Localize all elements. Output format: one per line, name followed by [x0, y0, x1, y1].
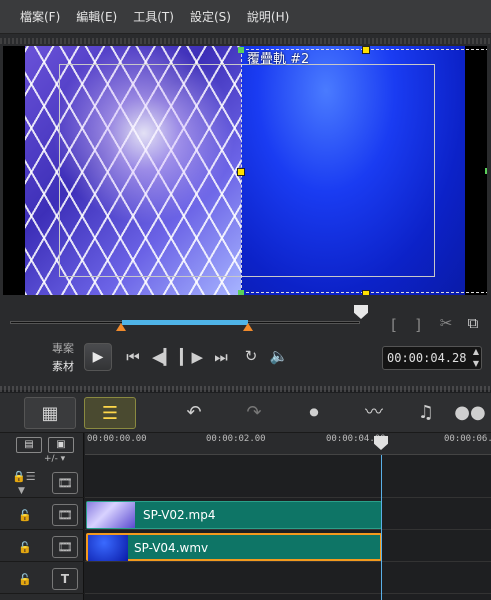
title-track-header: 🔓 T [0, 564, 84, 594]
title-track-icon[interactable]: T [52, 568, 78, 590]
trim-out-marker[interactable] [243, 323, 253, 331]
video-track-icon[interactable]: 🎞 [52, 472, 78, 494]
zoom-control-icon[interactable]: +/- ▾ [44, 454, 65, 464]
menu-tools[interactable]: 工具(T) [125, 0, 182, 34]
mode-clip[interactable]: 素材 [38, 358, 74, 376]
add-chapter-icon[interactable]: ▣ [48, 437, 74, 453]
sound-mixer-button[interactable]: 〰 [348, 397, 400, 429]
clip-thumbnail [88, 535, 128, 561]
record-capture-icon: ⏺ [309, 402, 319, 423]
timecode-display[interactable]: 00:00:04.28 [382, 346, 482, 370]
ruler-tick-label: 00:00:00.00 [87, 434, 147, 444]
timeline-view-button[interactable]: ☰ [84, 397, 136, 429]
go-to-end-icon[interactable]: ⏭ [210, 348, 232, 366]
next-frame-icon[interactable]: ▎▶ [180, 348, 203, 366]
timeline-view-icon: ☰ [101, 403, 119, 424]
timecode-spinner[interactable]: ▲ ▼ [470, 346, 482, 370]
clip-name: SP-V04.wmv [134, 541, 209, 555]
track-manager-icon[interactable]: ▤ [16, 437, 42, 453]
resize-handle-bottom[interactable] [362, 290, 370, 295]
panel-grip[interactable] [0, 38, 491, 44]
record-capture-button[interactable]: ⏺ [288, 397, 340, 429]
corner-handle-bl[interactable] [238, 290, 244, 295]
clip-thumbnail [87, 502, 135, 528]
spin-down-icon[interactable]: ▼ [470, 358, 482, 370]
split-icon[interactable]: ✂ [436, 314, 456, 332]
lock-icon[interactable]: 🔓 [18, 573, 32, 586]
trim-in-marker[interactable] [116, 323, 126, 331]
corner-handle-tl[interactable] [238, 47, 244, 53]
ruler-tick-label: 00:00:06.0 [444, 434, 491, 444]
previous-frame-icon[interactable]: ◀▎ [152, 348, 175, 366]
menu-file[interactable]: 檔案(F) [12, 0, 68, 34]
overlay-selection-box[interactable] [241, 49, 487, 293]
storyboard-view-button[interactable]: ▦ [24, 397, 76, 429]
mode-switch[interactable]: 專案 素材 [38, 340, 74, 376]
lock-icon[interactable]: 🔓 [18, 541, 32, 554]
undo-icon: ↶ [186, 402, 202, 423]
preview-window[interactable]: 覆疊軌 #2 [3, 46, 487, 295]
overlay-clip-1[interactable]: SP-V02.mp4 [86, 501, 382, 529]
playhead-line [381, 455, 382, 600]
redo-button[interactable]: ↷ [228, 397, 280, 429]
overlay-track-icon[interactable]: 🎞 [52, 536, 78, 558]
title-track[interactable] [85, 564, 491, 594]
auto-music-button[interactable]: ♫ [400, 397, 452, 429]
menu-help[interactable]: 說明(H) [239, 0, 297, 34]
lock-icon[interactable]: 🔓 [18, 509, 32, 522]
mode-project[interactable]: 專案 [38, 340, 74, 358]
panel-grip[interactable] [0, 386, 491, 392]
overlay-track-icon[interactable]: 🎞 [52, 504, 78, 526]
overlay-clip-2[interactable]: SP-V04.wmv [86, 533, 382, 561]
menu-edit[interactable]: 編輯(E) [68, 0, 125, 34]
spin-up-icon[interactable]: ▲ [470, 346, 482, 358]
storyboard-view-icon: ▦ [41, 403, 59, 424]
video-track[interactable] [85, 468, 491, 498]
resize-handle-top[interactable] [362, 46, 370, 54]
sound-mixer-icon: 〰 [365, 402, 383, 423]
trim-range [122, 320, 248, 325]
menu-settings[interactable]: 設定(S) [182, 0, 239, 34]
play-button[interactable]: ▶ [84, 343, 112, 371]
mark-in-icon[interactable]: [ [384, 316, 404, 334]
go-to-start-icon[interactable]: ⏮ [122, 348, 144, 366]
video-track-header: 🎞 [0, 468, 84, 498]
resize-handle-left[interactable] [237, 168, 245, 176]
overlay-track-1-header: 🔓 🎞 [0, 500, 84, 530]
overlay-track-label: 覆疊軌 #2 [247, 52, 310, 67]
auto-music-icon: ♫ [417, 402, 435, 423]
play-icon: ▶ [92, 349, 104, 365]
resize-handle-right[interactable] [485, 168, 487, 174]
repeat-icon[interactable]: ↻ [240, 347, 262, 365]
enlarge-preview-icon[interactable]: ⧉ [462, 314, 484, 332]
motion-track-button[interactable]: ●● [450, 397, 490, 429]
clip-name: SP-V02.mp4 [143, 508, 216, 522]
ruler-tick-label: 00:00:02.00 [206, 434, 266, 444]
menu-bar: 檔案(F) 編輯(E) 工具(T) 設定(S) 說明(H) [0, 0, 491, 34]
overlay-track-2-header: 🔓 🎞 [0, 532, 84, 562]
redo-icon: ↷ [246, 402, 262, 423]
mark-out-icon[interactable]: ] [408, 316, 428, 334]
volume-icon[interactable]: 🔈 [268, 347, 290, 365]
motion-track-icon: ●● [454, 402, 486, 423]
undo-button[interactable]: ↶ [168, 397, 220, 429]
